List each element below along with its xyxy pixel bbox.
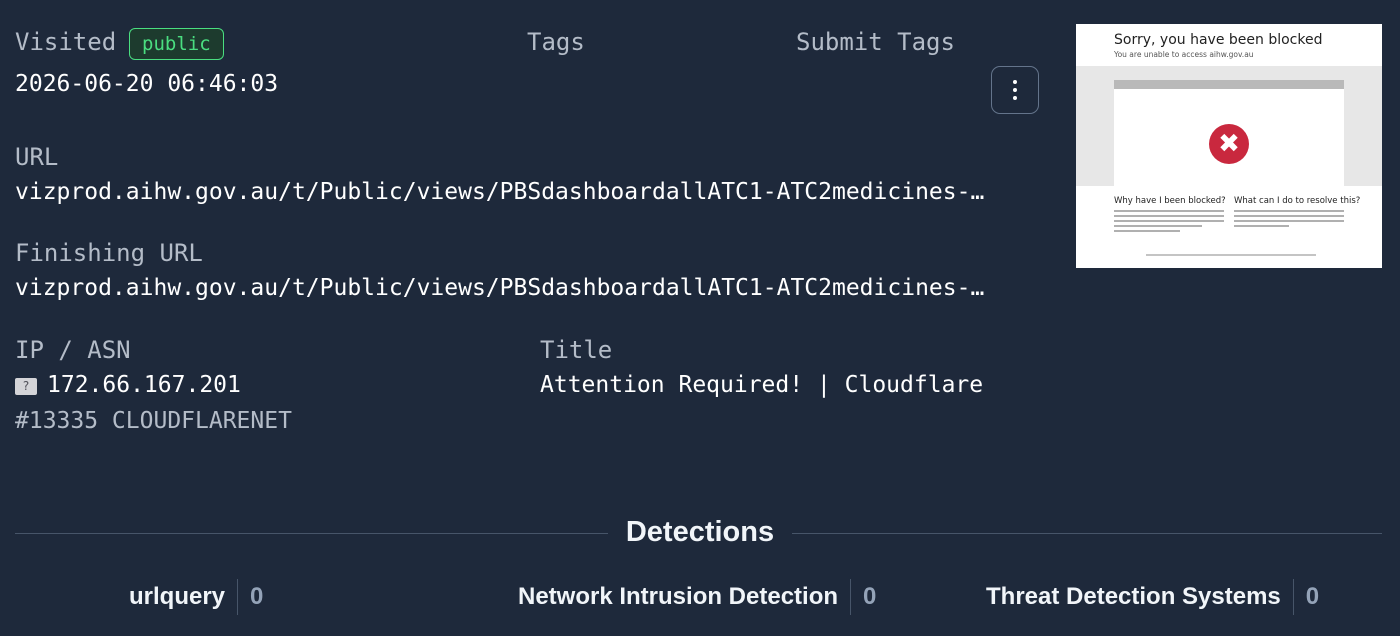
screenshot-footer bbox=[1146, 254, 1316, 256]
ip-row: ? 172.66.167.201 bbox=[15, 372, 241, 398]
detection-name: urlquery bbox=[129, 583, 226, 610]
more-options-button[interactable] bbox=[991, 66, 1039, 114]
detection-separator bbox=[1292, 579, 1294, 615]
page-screenshot-thumbnail[interactable]: Sorry, you have been blocked You are una… bbox=[1076, 24, 1382, 268]
finishing-url-value[interactable]: vizprod.aihw.gov.au/t/Public/views/PBSda… bbox=[15, 275, 1035, 301]
dot-icon bbox=[1013, 80, 1017, 84]
finishing-url-label: Finishing URL bbox=[15, 239, 203, 267]
screenshot-resolve-heading: What can I do to resolve this? bbox=[1234, 196, 1361, 206]
visited-label: Visited bbox=[15, 28, 117, 56]
error-x-icon: ✖ bbox=[1209, 124, 1249, 164]
detection-count: 0 bbox=[250, 583, 264, 610]
screenshot-why-text bbox=[1114, 210, 1224, 235]
detections-title: Detections bbox=[0, 516, 1400, 549]
detection-network-intrusion[interactable]: Network Intrusion Detection 0 bbox=[518, 579, 876, 615]
detection-count: 0 bbox=[1305, 583, 1320, 610]
url-value[interactable]: vizprod.aihw.gov.au/t/Public/views/PBSda… bbox=[15, 179, 1035, 205]
detection-name: Threat Detection Systems bbox=[986, 583, 1281, 610]
screenshot-subheading: You are unable to access aihw.gov.au bbox=[1114, 50, 1254, 59]
title-value: Attention Required! | Cloudflare bbox=[540, 372, 984, 398]
ip-asn-label: IP / ASN bbox=[15, 336, 131, 364]
tags-label: Tags bbox=[527, 28, 585, 56]
url-label: URL bbox=[15, 143, 59, 171]
dot-icon bbox=[1013, 88, 1017, 92]
country-flag-icon: ? bbox=[15, 378, 37, 395]
submit-tags-link[interactable]: Submit Tags bbox=[796, 28, 955, 56]
screenshot-browser-illustration: ✖ bbox=[1114, 80, 1344, 186]
detection-threat-systems[interactable]: Threat Detection Systems 0 bbox=[986, 579, 1319, 615]
screenshot-why-heading: Why have I been blocked? bbox=[1114, 196, 1226, 206]
ip-address[interactable]: 172.66.167.201 bbox=[47, 372, 241, 398]
screenshot-heading: Sorry, you have been blocked bbox=[1114, 32, 1323, 48]
dot-icon bbox=[1013, 96, 1017, 100]
detections-title-text: Detections bbox=[607, 516, 793, 548]
detection-separator bbox=[237, 579, 239, 615]
detection-separator bbox=[850, 579, 852, 615]
public-badge: public bbox=[129, 28, 224, 60]
screenshot-browser-bar bbox=[1114, 80, 1344, 89]
visited-timestamp: 2026-06-20 06:46:03 bbox=[15, 71, 279, 97]
detection-name: Network Intrusion Detection bbox=[518, 583, 839, 610]
detection-count: 0 bbox=[863, 583, 877, 610]
asn-value[interactable]: #13335 CLOUDFLARENET bbox=[15, 408, 292, 434]
title-label: Title bbox=[540, 336, 613, 364]
detection-urlquery[interactable]: urlquery 0 bbox=[129, 579, 263, 615]
screenshot-resolve-text bbox=[1234, 210, 1344, 230]
